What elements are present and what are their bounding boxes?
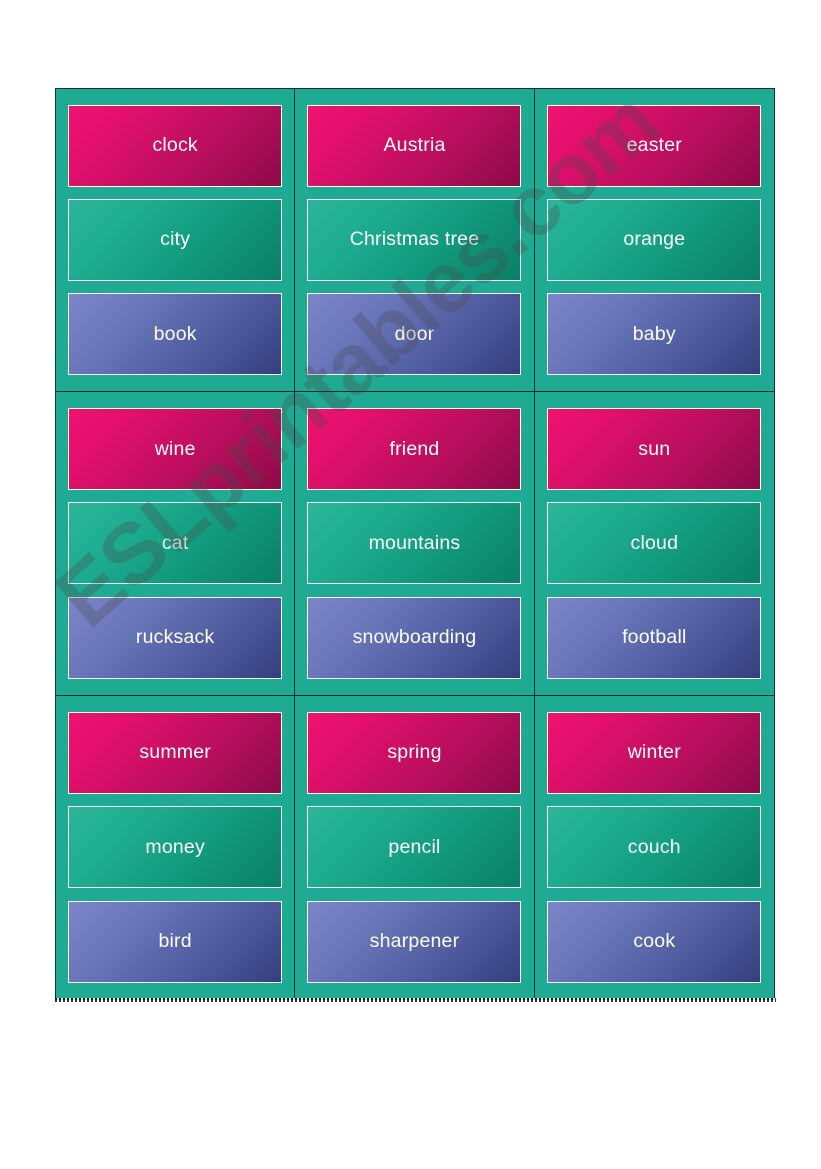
flashcard[interactable]: book — [68, 293, 283, 376]
card-group: winter couch cook — [535, 696, 774, 999]
flashcard-label: cook — [633, 929, 676, 952]
card-group: friend mountains snowboarding — [295, 392, 535, 696]
flashcard[interactable]: spring — [307, 711, 522, 794]
flashcard[interactable]: winter — [547, 711, 762, 794]
card-group: clock city book — [56, 89, 296, 393]
flashcard[interactable]: wine — [68, 408, 283, 491]
flashcard[interactable]: cat — [68, 502, 283, 585]
flashcard[interactable]: bird — [68, 900, 283, 983]
flashcard-label: couch — [627, 835, 681, 858]
flashcard-label: orange — [623, 228, 686, 251]
flashcard-label: bird — [158, 929, 192, 952]
flashcard-label: easter — [626, 134, 683, 157]
page-bottom-edge-strip — [55, 998, 776, 1002]
flashcard[interactable]: football — [547, 596, 762, 679]
card-group: wine cat rucksack — [56, 392, 296, 696]
flashcard-label: clock — [152, 134, 198, 157]
flashcard-label: rucksack — [135, 625, 215, 648]
flashcard-label: baby — [632, 322, 676, 345]
flashcard[interactable]: snowboarding — [307, 596, 522, 679]
flashcard-label: snowboarding — [352, 625, 477, 648]
flashcard[interactable]: Austria — [307, 105, 522, 188]
flashcard[interactable]: clock — [68, 105, 283, 188]
flashcard[interactable]: cloud — [547, 502, 762, 585]
flashcard-label: sun — [638, 437, 671, 460]
flashcard[interactable]: mountains — [307, 502, 522, 585]
flashcard[interactable]: rucksack — [68, 596, 283, 679]
flashcard[interactable]: cook — [547, 900, 762, 983]
flashcard-label: door — [394, 322, 435, 345]
flashcard-label: book — [153, 322, 197, 345]
flashcard[interactable]: baby — [547, 293, 762, 376]
flashcard-label: wine — [154, 437, 196, 460]
flashcard[interactable]: orange — [547, 199, 762, 282]
flashcard[interactable]: sun — [547, 408, 762, 491]
flashcard-label: city — [160, 228, 191, 251]
flashcard-label: friend — [389, 437, 440, 460]
flashcard-label: winter — [627, 741, 681, 764]
flashcard-label: pencil — [388, 835, 441, 858]
card-group: summer money bird — [56, 695, 296, 999]
flashcard-label: summer — [139, 741, 211, 764]
card-group: easter orange baby — [534, 89, 774, 393]
card-group: Austria Christmas tree door — [295, 89, 535, 393]
flashcard[interactable]: easter — [547, 105, 762, 188]
flashcard-label: mountains — [368, 531, 461, 554]
flashcard[interactable]: Christmas tree — [307, 199, 522, 282]
card-group: spring pencil sharpener — [295, 695, 535, 999]
flashcard-grid: clock city book Austria Christmas tree door ea… — [56, 89, 774, 999]
flashcard[interactable]: city — [68, 199, 283, 282]
flashcard-label: cloud — [630, 531, 679, 554]
flashcard-label: Austria — [383, 134, 446, 157]
flashcard-label: spring — [387, 741, 442, 764]
flashcard[interactable]: money — [68, 806, 283, 889]
worksheet-panel: clock city book Austria Christmas tree door ea… — [55, 88, 775, 1000]
flashcard[interactable]: door — [307, 293, 522, 376]
card-group: sun cloud football — [534, 392, 774, 696]
flashcard[interactable]: friend — [307, 408, 522, 491]
flashcard-label: sharpener — [369, 929, 460, 952]
flashcard-label: cat — [161, 531, 189, 554]
flashcard[interactable]: sharpener — [307, 900, 522, 983]
flashcard-label: football — [622, 625, 687, 648]
flashcard[interactable]: summer — [68, 711, 283, 794]
flashcard[interactable]: pencil — [307, 806, 522, 889]
flashcard-label: Christmas tree — [349, 228, 480, 251]
flashcard-label: money — [145, 835, 205, 858]
flashcard[interactable]: couch — [547, 806, 762, 889]
